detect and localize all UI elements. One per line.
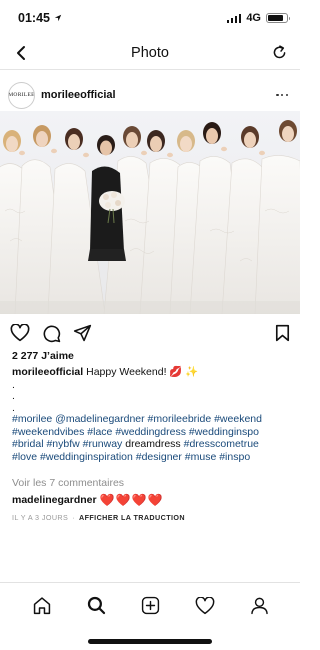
post-meta: IL Y A 3 JOURS · AFFICHER LA TRADUCTION [12,513,185,522]
refresh-button[interactable] [268,42,290,64]
post-actions [0,320,300,346]
profile-icon [250,597,268,615]
page-title: Photo [131,44,169,61]
comment-bubble-icon [43,325,61,342]
tab-search[interactable] [87,596,106,615]
home-indicator[interactable] [88,639,212,644]
comment-username[interactable]: madelinegardner [12,494,97,506]
paper-plane-icon [73,324,92,342]
more-dot [285,93,288,97]
caption-dot: . [12,401,15,414]
home-icon [33,597,50,615]
search-icon [87,596,105,615]
hashtag-segment[interactable]: #bridal #nybfw #runway [12,438,122,450]
back-button[interactable] [10,42,32,64]
likes-count[interactable]: 2 277 J’aime [12,350,74,362]
like-button[interactable] [10,324,30,343]
heart-icon [195,596,214,614]
post-actions-left [10,324,275,343]
chevron-left-icon [17,45,25,60]
network-type: 4G [246,12,261,24]
share-button[interactable] [73,324,92,343]
hashtag-line[interactable]: #morilee @madelinegardner #morileebride … [12,413,292,426]
save-button[interactable] [275,324,290,342]
caption-hashtags: #morilee @madelinegardner #morileebride … [12,413,292,463]
nav-bar: Photo [0,36,300,70]
tab-create[interactable] [141,596,160,615]
tab-activity[interactable] [195,596,215,615]
heart-icon [10,324,30,342]
more-dot [280,93,284,97]
comment-row: madelinegardner ❤️❤️❤️❤️ [12,493,163,507]
plus-square-icon [141,596,159,615]
hashtag-line[interactable]: #love #weddinginspiration #designer #mus… [12,451,292,464]
post-username[interactable]: morileeofficial [41,89,272,101]
comment-button[interactable] [42,324,61,343]
tab-home[interactable] [32,596,52,615]
more-dot [276,93,279,97]
bottom-tab-bar [0,582,300,628]
view-comments-link[interactable]: Voir les 7 commentaires [12,477,124,489]
post-photo[interactable] [0,111,300,314]
caption-first-line: morileeofficial Happy Weekend! 💋 ✨ [12,366,292,379]
battery-icon [266,13,290,23]
translate-link[interactable]: AFFICHER LA TRADUCTION [79,513,185,522]
battery-fill [268,15,284,21]
location-arrow-icon [54,14,62,22]
avatar[interactable]: MORILEE [8,81,35,109]
caption-text: Happy Weekend! 💋 ✨ [86,366,199,378]
photo-illustration [0,111,300,314]
meta-separator: · [72,513,76,522]
tab-profile[interactable] [250,596,269,615]
post-timestamp: IL Y A 3 JOURS [12,513,69,522]
status-indicators: 4G [226,12,290,24]
refresh-icon [273,45,285,59]
comment-text: ❤️❤️❤️❤️ [99,493,164,507]
caption-dot: . [12,390,15,403]
caption-plain-word: dreamdress [125,438,181,451]
status-bar: 01:45 4G [0,0,300,36]
hashtag-segment[interactable]: #dresscometrue [184,438,259,450]
status-time-text: 01:45 [18,11,50,25]
bookmark-icon [275,324,290,342]
caption-username[interactable]: morileeofficial [12,366,83,378]
hashtag-line[interactable]: #weekendvibes #lace #weddingdress #weddi… [12,426,292,439]
post-caption: morileeofficial Happy Weekend! 💋 ✨ . . .… [12,366,292,463]
signal-icon [226,13,242,23]
status-time: 01:45 [18,11,62,25]
caption-dot: . [12,378,15,391]
more-options-button[interactable] [272,90,292,101]
avatar-logo: MORILEE [8,92,35,98]
hashtag-line: #bridal #nybfw #runway dreamdress #dress… [12,438,292,451]
